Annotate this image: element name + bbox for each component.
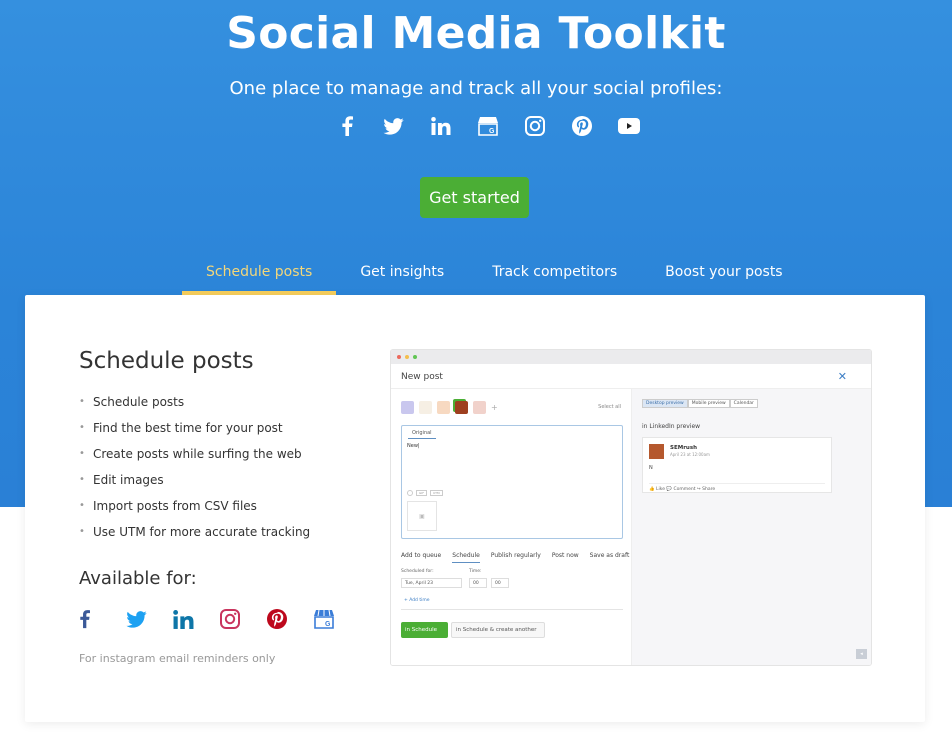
account-logo bbox=[649, 444, 664, 459]
close-icon[interactable]: ✕ bbox=[838, 370, 847, 383]
divider bbox=[401, 609, 623, 610]
tab-track-competitors[interactable]: Track competitors bbox=[468, 255, 641, 295]
profile-avatar[interactable] bbox=[419, 401, 432, 414]
feature-item: Use UTM for more accurate tracking bbox=[79, 524, 310, 550]
profile-avatar[interactable] bbox=[437, 401, 450, 414]
time-label: Time: bbox=[469, 569, 482, 574]
linkedin-preview-card: SEMrush April 23 at 12:00am N 👍 Like 💬 C… bbox=[642, 437, 832, 493]
google-business-icon[interactable]: G bbox=[464, 113, 511, 139]
feature-item: Schedule posts bbox=[79, 394, 310, 420]
feature-item: Find the best time for your post bbox=[79, 420, 310, 446]
date-field[interactable]: Tue, April 23 bbox=[401, 578, 462, 588]
page-subtitle: One place to manage and track all your s… bbox=[229, 78, 723, 99]
post-editor[interactable]: Original New| GIF UTM ▣ bbox=[401, 425, 623, 539]
preview-tabs: Desktop preview Mobile preview Calendar bbox=[642, 399, 758, 408]
post-actions: 👍 Like 💬 Comment ↪ Share bbox=[649, 483, 825, 492]
tab-get-insights[interactable]: Get insights bbox=[336, 255, 468, 295]
post-composer: + Select all Original New| GIF UTM ▣ Add… bbox=[391, 389, 632, 665]
tab-schedule-posts[interactable]: Schedule posts bbox=[182, 255, 337, 295]
available-icons-row: G bbox=[79, 607, 361, 631]
post-text: N bbox=[649, 465, 653, 471]
maximize-dot bbox=[413, 355, 417, 359]
feature-item: Import posts from CSV files bbox=[79, 498, 310, 524]
gif-button[interactable]: GIF bbox=[416, 490, 427, 496]
feature-item: Edit images bbox=[79, 472, 310, 498]
instagram-icon bbox=[220, 607, 267, 631]
youtube-icon[interactable] bbox=[605, 113, 652, 139]
feature-tabs: Schedule posts Get insights Track compet… bbox=[182, 255, 807, 295]
feature-list: Schedule posts Find the best time for yo… bbox=[79, 394, 310, 550]
page-title: Social Media Toolkit bbox=[226, 8, 726, 59]
profile-avatar[interactable] bbox=[401, 401, 414, 414]
tab-boost-your-posts[interactable]: Boost your posts bbox=[641, 255, 806, 295]
profile-avatar[interactable] bbox=[473, 401, 486, 414]
twitter-icon bbox=[126, 607, 173, 631]
tab-publish-regularly[interactable]: Publish regularly bbox=[491, 552, 541, 563]
profile-avatars: + bbox=[401, 401, 498, 414]
hour-field[interactable]: 00 bbox=[469, 578, 487, 588]
google-business-icon: G bbox=[314, 607, 361, 631]
feature-card: Schedule posts Schedule posts Find the b… bbox=[25, 295, 925, 722]
account-name: SEMrush bbox=[670, 445, 698, 451]
emoji-icon[interactable] bbox=[407, 490, 413, 496]
tab-save-as-draft[interactable]: Save as draft bbox=[590, 552, 630, 563]
editor-tools: GIF UTM bbox=[407, 490, 443, 496]
post-mode-tabs: Add to queue Schedule Publish regularly … bbox=[401, 552, 629, 563]
available-for-title: Available for: bbox=[79, 568, 197, 589]
schedule-button[interactable]: in Schedule bbox=[401, 622, 448, 638]
minute-field[interactable]: 00 bbox=[491, 578, 509, 588]
schedule-create-another-button[interactable]: in Schedule & create another bbox=[451, 622, 545, 638]
post-date: April 23 at 12:00am bbox=[670, 452, 710, 457]
window-titlebar bbox=[391, 350, 871, 364]
get-started-button[interactable]: Get started bbox=[420, 177, 529, 218]
preview-panel: Desktop preview Mobile preview Calendar … bbox=[632, 389, 871, 665]
pinterest-icon bbox=[267, 607, 314, 631]
new-post-mockup: New post ✕ + Select all Original New| GI… bbox=[390, 349, 872, 666]
minimize-dot bbox=[405, 355, 409, 359]
add-image-icon[interactable]: ▣ bbox=[407, 501, 437, 531]
tab-desktop-preview[interactable]: Desktop preview bbox=[642, 399, 688, 408]
add-profile-icon[interactable]: + bbox=[491, 403, 498, 412]
linkedin-preview-title: in LinkedIn preview bbox=[642, 423, 701, 430]
tab-schedule[interactable]: Schedule bbox=[452, 552, 480, 563]
tab-post-now[interactable]: Post now bbox=[552, 552, 579, 563]
select-all-link[interactable]: Select all bbox=[598, 404, 621, 410]
utm-button[interactable]: UTM bbox=[429, 490, 443, 496]
editor-tab-original[interactable]: Original bbox=[408, 428, 436, 439]
feature-item: Create posts while surfing the web bbox=[79, 446, 310, 472]
close-dot bbox=[397, 355, 401, 359]
twitter-icon[interactable] bbox=[370, 113, 417, 139]
section-title: Schedule posts bbox=[79, 348, 254, 374]
facebook-icon[interactable] bbox=[323, 113, 370, 139]
tab-calendar[interactable]: Calendar bbox=[729, 399, 758, 408]
facebook-icon bbox=[79, 607, 126, 631]
add-time-link[interactable]: + Add time bbox=[404, 598, 430, 603]
scheduled-for-label: Scheduled for: bbox=[401, 569, 434, 574]
mock-window-title: New post bbox=[401, 372, 443, 382]
instagram-note: For instagram email reminders only bbox=[79, 652, 276, 665]
instagram-icon[interactable] bbox=[511, 113, 558, 139]
editor-text[interactable]: New| bbox=[407, 443, 420, 449]
feedback-icon[interactable]: ◂ bbox=[856, 649, 867, 659]
tab-mobile-preview[interactable]: Mobile preview bbox=[687, 399, 730, 408]
profile-avatar-selected[interactable] bbox=[455, 401, 468, 414]
svg-text:G: G bbox=[489, 128, 495, 135]
linkedin-icon[interactable] bbox=[417, 113, 464, 139]
mock-header: New post ✕ bbox=[391, 364, 871, 389]
social-icons-row: G bbox=[323, 113, 652, 139]
linkedin-icon bbox=[173, 607, 220, 631]
svg-text:G: G bbox=[325, 621, 331, 628]
pinterest-icon[interactable] bbox=[558, 113, 605, 139]
tab-add-to-queue[interactable]: Add to queue bbox=[401, 552, 441, 563]
